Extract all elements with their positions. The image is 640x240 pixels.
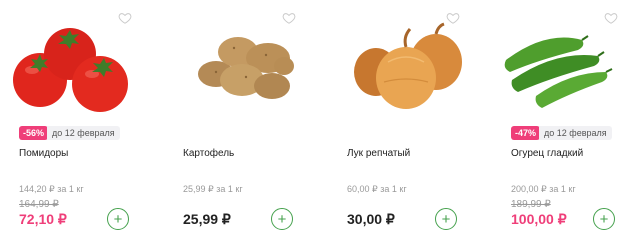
product-grid: -56% до 12 февраля Помидоры 144,20 ₽ за … — [0, 0, 640, 240]
promo-until-label: до 12 февраля — [539, 126, 612, 140]
current-price: 30,00 ₽ — [347, 211, 395, 227]
promo-until-label: до 12 февраля — [47, 126, 120, 140]
add-to-cart-button[interactable]: + — [593, 208, 615, 230]
add-to-cart-button[interactable]: + — [271, 208, 293, 230]
tomatoes-image[interactable] — [12, 22, 142, 114]
unit-price: 60,00 ₽ за 1 кг — [347, 184, 407, 194]
product-card-cucumbers[interactable]: -47% до 12 февраля Огурец гладкий 200,00… — [492, 0, 640, 240]
current-price: 100,00 ₽ — [511, 211, 567, 227]
product-name[interactable]: Картофель — [183, 148, 234, 159]
current-price: 72,10 ₽ — [19, 211, 67, 227]
product-card-tomatoes[interactable]: -56% до 12 февраля Помидоры 144,20 ₽ за … — [0, 0, 164, 240]
discount-badge: -47% — [511, 126, 541, 140]
product-card-potatoes[interactable]: Картофель 25,99 ₽ за 1 кг 25,99 ₽ + — [164, 0, 328, 240]
add-to-cart-button[interactable]: + — [435, 208, 457, 230]
cucumbers-image[interactable] — [496, 22, 626, 114]
product-name[interactable]: Помидоры — [19, 148, 68, 159]
discount-badge: -56% — [19, 126, 49, 140]
promo-tag: -47% до 12 февраля — [511, 126, 612, 140]
old-price: 189,99 ₽ — [511, 199, 551, 210]
product-name[interactable]: Огурец гладкий — [511, 148, 583, 159]
product-name[interactable]: Лук репчатый — [347, 148, 410, 159]
add-to-cart-button[interactable]: + — [107, 208, 129, 230]
unit-price: 200,00 ₽ за 1 кг — [511, 184, 576, 194]
onions-image[interactable] — [340, 22, 470, 114]
unit-price: 25,99 ₽ за 1 кг — [183, 184, 243, 194]
product-card-onions[interactable]: Лук репчатый 60,00 ₽ за 1 кг 30,00 ₽ + — [328, 0, 492, 240]
current-price: 25,99 ₽ — [183, 211, 231, 227]
unit-price: 144,20 ₽ за 1 кг — [19, 184, 84, 194]
old-price: 164,99 ₽ — [19, 199, 59, 210]
promo-tag: -56% до 12 февраля — [19, 126, 120, 140]
potatoes-image[interactable] — [176, 22, 306, 114]
